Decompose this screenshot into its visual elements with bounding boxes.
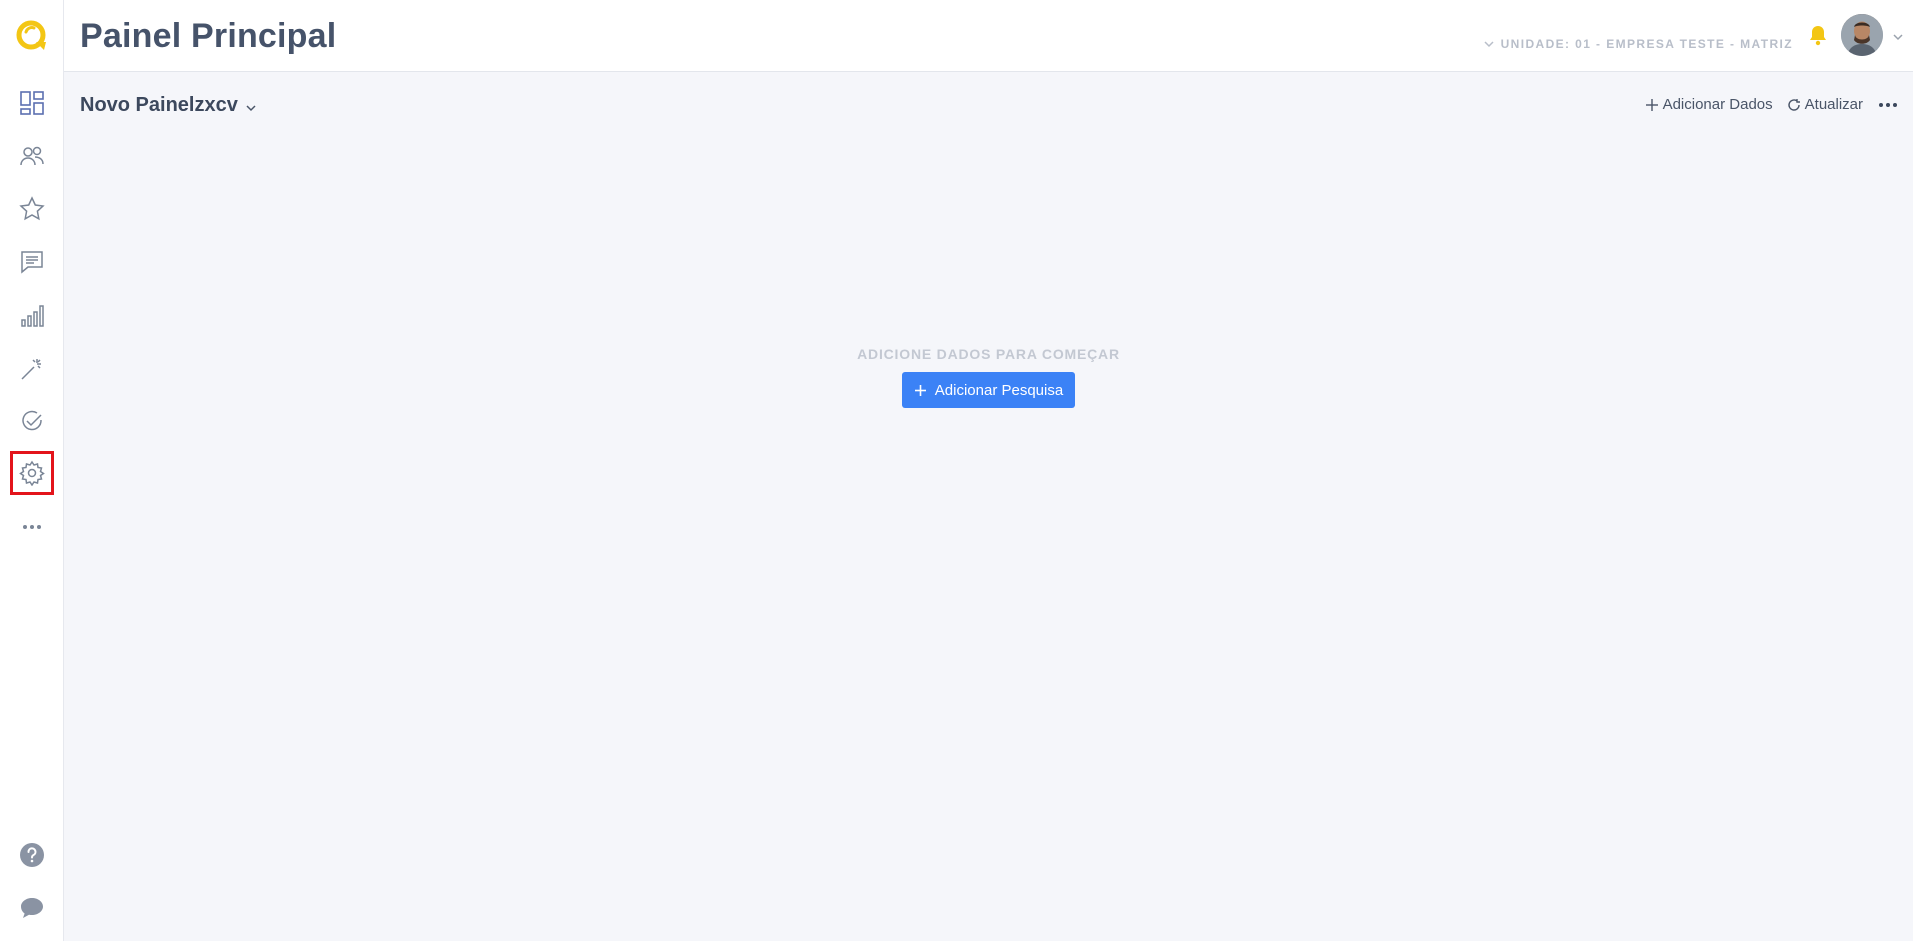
gear-icon [19,460,45,486]
sidebar [0,0,64,941]
star-icon [19,196,45,221]
bar-chart-icon [21,305,44,327]
notification-bell-icon[interactable] [1808,24,1828,46]
sidebar-item-reports[interactable] [11,295,53,337]
magic-wand-icon [21,359,41,380]
dashboard-icon [20,91,44,115]
chevron-down-icon [1484,41,1494,48]
board-selector[interactable]: Novo Painelzxcv [80,94,258,117]
page-title: Painel Principal [80,17,337,55]
app-root: Painel Principal UNIDADE: 01 - EMPRESA T… [0,0,1913,941]
board-name: Novo Painelzxcv [80,94,238,116]
refresh-icon [1787,98,1800,111]
sidebar-item-automations[interactable] [11,348,53,390]
plus-icon [914,384,926,396]
sidebar-item-users[interactable] [11,135,53,177]
chevron-down-icon[interactable] [1891,30,1905,44]
sidebar-item-tasks[interactable] [11,401,53,443]
sidebar-item-favorites[interactable] [11,188,53,230]
add-search-button[interactable]: Adicionar Pesquisa [901,372,1076,408]
check-circle-icon [22,410,42,431]
user-avatar[interactable] [1841,14,1883,56]
add-data-button[interactable]: Adicionar Dados [1645,96,1773,113]
add-search-label: Adicionar Pesquisa [934,381,1064,399]
add-data-label: Adicionar Dados [1662,96,1773,113]
more-horizontal-icon [23,525,41,529]
chat-icon [21,898,43,918]
users-icon [20,146,44,166]
sidebar-item-settings[interactable] [10,451,54,495]
plus-icon [1645,98,1658,111]
brand-logo-icon[interactable] [14,18,50,54]
sidebar-item-dashboard[interactable] [11,82,53,124]
empty-state: ADICIONE DADOS PARA COMEÇAR Adicionar Pe… [64,346,1913,408]
sidebar-item-more[interactable] [11,506,53,548]
top-header: Painel Principal UNIDADE: 01 - EMPRESA T… [64,0,1913,72]
unit-selector[interactable]: UNIDADE: 01 - EMPRESA TESTE - MATRIZ [1483,37,1793,51]
unit-label: UNIDADE: 01 - EMPRESA TESTE - MATRIZ [1500,37,1793,51]
chat-button[interactable] [11,887,53,929]
empty-state-message: ADICIONE DADOS PARA COMEÇAR [857,346,1120,362]
help-icon [20,843,44,867]
refresh-label: Atualizar [1804,96,1863,113]
sidebar-item-messages[interactable] [11,241,53,283]
user-photo-icon [1841,14,1883,56]
more-options-icon[interactable] [1877,98,1899,112]
board-toolbar: Adicionar Dados Atualizar [1645,96,1899,113]
help-button[interactable] [11,834,53,876]
chevron-down-icon [246,104,256,111]
refresh-button[interactable]: Atualizar [1787,96,1863,113]
messages-icon [21,251,43,274]
